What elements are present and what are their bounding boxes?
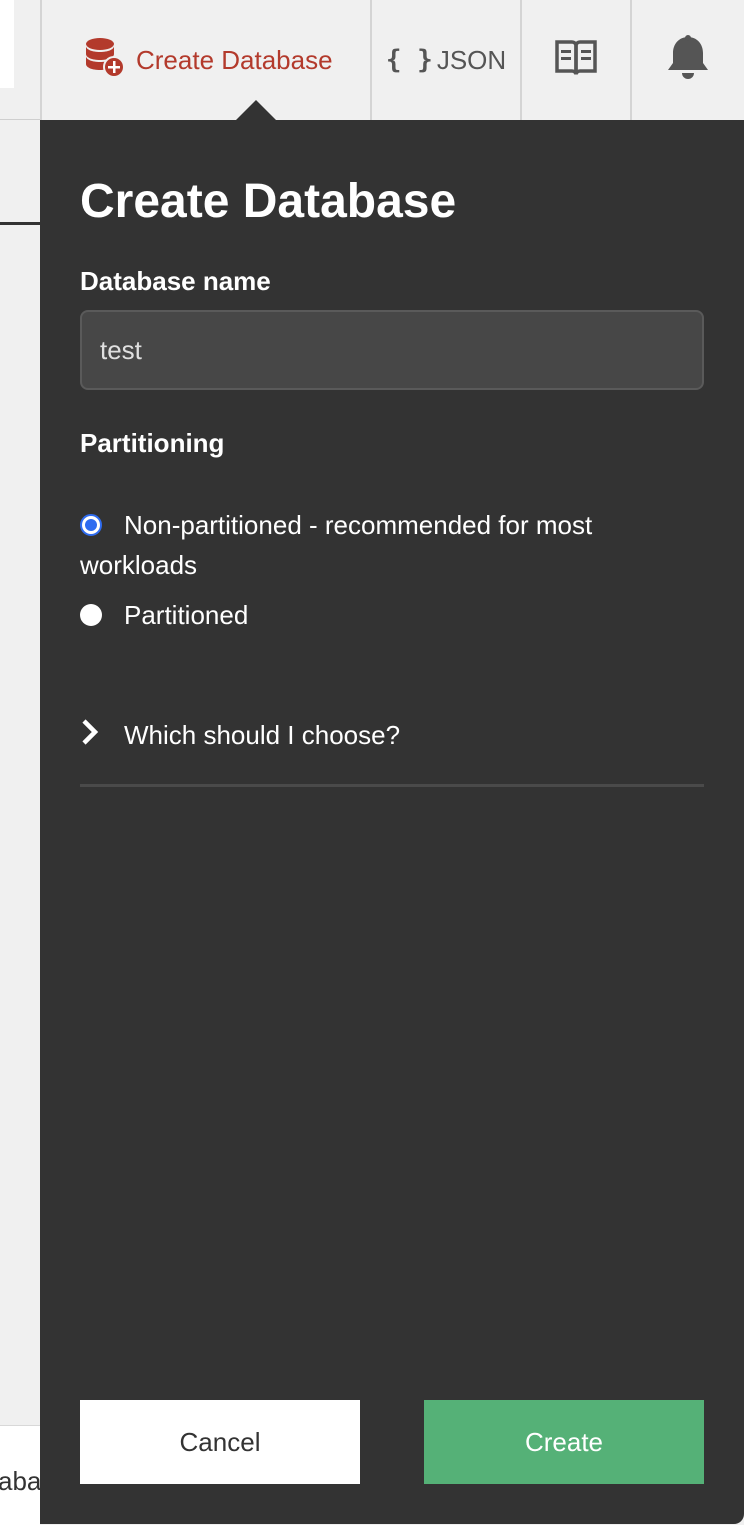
partitioned-option[interactable]: Partitioned <box>80 595 680 635</box>
database-name-input[interactable] <box>80 310 704 390</box>
section-divider <box>80 784 704 787</box>
partitioning-label: Partitioning <box>80 428 225 458</box>
non-partitioned-label: Non-partitioned - recommended for most w… <box>80 510 593 580</box>
panel-title: Create Database <box>80 175 457 228</box>
partitioned-label: Partitioned <box>124 600 249 630</box>
partitioned-radio[interactable] <box>80 604 102 627</box>
create-database-button[interactable]: Create Database <box>40 0 370 120</box>
which-should-i-choose-toggle[interactable]: Which should I choose? <box>80 718 400 753</box>
book-icon <box>555 39 597 82</box>
create-database-panel: Create Database Database name Partitioni… <box>40 100 744 1524</box>
notifications-button[interactable] <box>630 0 744 120</box>
chevron-right-icon <box>80 718 124 753</box>
background-divider <box>0 119 40 120</box>
background-card: aba <box>0 1425 40 1525</box>
background-card-text: aba <box>0 1466 40 1496</box>
bell-icon <box>666 34 710 87</box>
cancel-button[interactable]: Cancel <box>80 1400 360 1484</box>
create-button[interactable]: Create <box>424 1400 704 1484</box>
toolbar: Create Database { } JSON <box>40 0 744 121</box>
documentation-button[interactable] <box>520 0 630 120</box>
non-partitioned-radio[interactable] <box>80 514 102 537</box>
database-name-label: Database name <box>80 266 271 296</box>
background-area <box>0 0 40 1524</box>
json-label: JSON <box>436 44 507 75</box>
help-toggle-label: Which should I choose? <box>124 720 401 750</box>
background-search-field <box>0 0 14 88</box>
database-add-icon <box>84 36 136 85</box>
background-tab-underline <box>0 222 40 225</box>
json-braces-icon: { } <box>385 45 433 75</box>
non-partitioned-option[interactable]: Non-partitioned - recommended for most w… <box>80 505 680 585</box>
create-database-label: Create Database <box>136 44 333 75</box>
json-button[interactable]: { } JSON <box>370 0 520 120</box>
panel-pointer <box>236 100 276 120</box>
